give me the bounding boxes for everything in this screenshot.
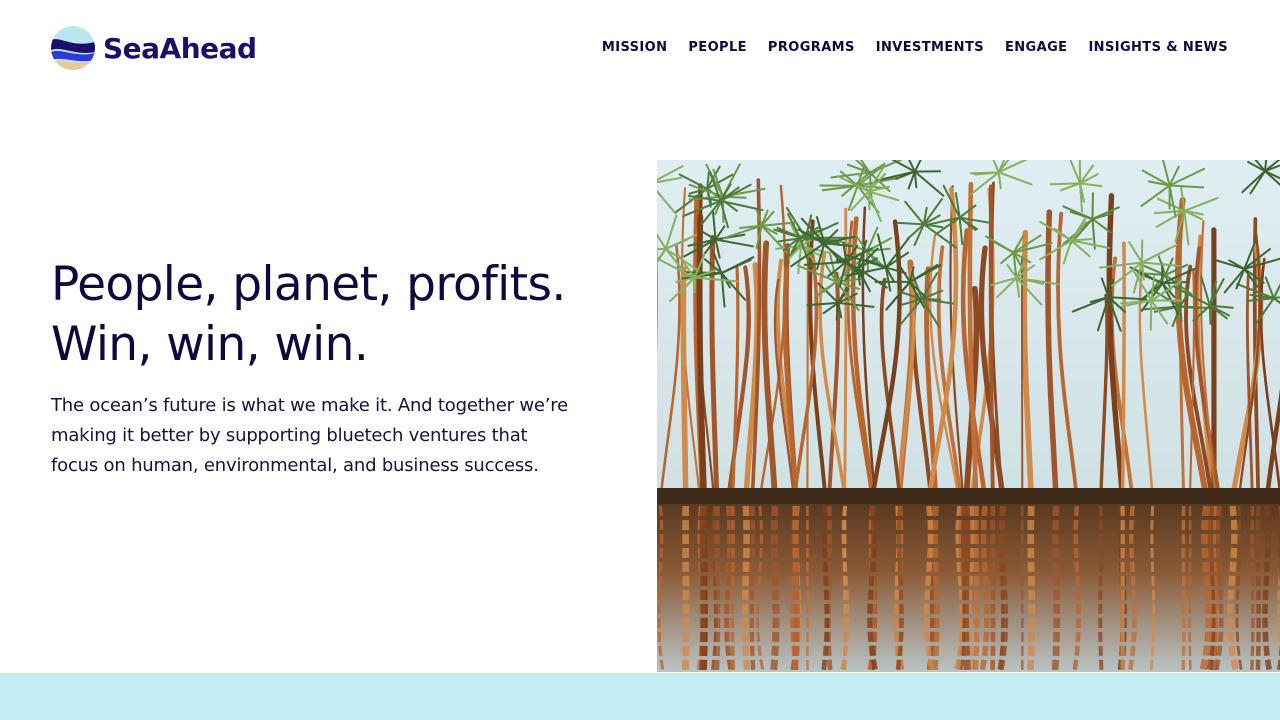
- brand-name: SeaAhead: [103, 31, 257, 65]
- nav-item-people: PEOPLE: [688, 38, 747, 56]
- waves-logo-icon: [51, 26, 95, 70]
- nav-item-engage: ENGAGE: [1005, 38, 1067, 56]
- nav-item-mission: MISSION: [602, 38, 667, 56]
- nav-item-investments: INVESTMENTS: [876, 38, 984, 56]
- seaahead-logo[interactable]: SeaAhead: [51, 25, 257, 71]
- nav-link-insights-news[interactable]: INSIGHTS & NEWS: [1088, 40, 1228, 55]
- hero-body: The ocean’s future is what we make it. A…: [51, 395, 568, 476]
- hero-image-mangroves: [657, 160, 1280, 672]
- hero-title-line-2: Win, win, win.: [51, 317, 369, 372]
- site-header: SeaAhead MISSION PEOPLE PROGRAMS INVESTM…: [0, 0, 1280, 96]
- hero-text: People, planet, profits. Win, win, win. …: [51, 255, 611, 481]
- nav-link-investments[interactable]: INVESTMENTS: [876, 40, 984, 55]
- mangrove-trunk: [680, 266, 689, 503]
- hero-title-line-1: People, planet, profits.: [51, 257, 566, 312]
- mangrove-trunk: [988, 184, 995, 502]
- footer-band: [0, 673, 1280, 720]
- nav-link-mission[interactable]: MISSION: [602, 40, 667, 55]
- mangrove-image: [657, 160, 1280, 672]
- nav-link-programs[interactable]: PROGRAMS: [768, 40, 855, 55]
- nav-item-programs: PROGRAMS: [768, 38, 855, 56]
- main-nav: MISSION PEOPLE PROGRAMS INVESTMENTS ENGA…: [602, 38, 1228, 56]
- nav-item-insights-news: INSIGHTS & NEWS: [1088, 38, 1228, 56]
- mangrove-trunk: [1120, 241, 1126, 502]
- nav-link-engage[interactable]: ENGAGE: [1005, 40, 1067, 55]
- hero-title: People, planet, profits. Win, win, win.: [51, 255, 611, 375]
- nav-link-people[interactable]: PEOPLE: [688, 40, 747, 55]
